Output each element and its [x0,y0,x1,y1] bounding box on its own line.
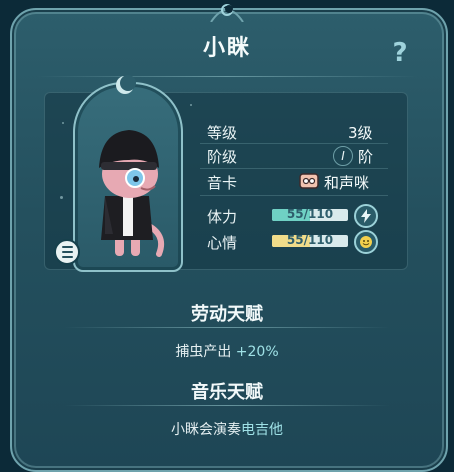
menu-line-icon [61,251,73,253]
stamina-value: 55/110 [286,209,334,221]
crescent-moon-icon [116,75,136,94]
row-divider [200,168,388,169]
mood-bar: 55/110 [272,235,348,247]
sparkle-icon [190,104,192,106]
menu-line-icon [61,246,73,248]
card-value: 和声咪 [324,174,370,192]
help-button[interactable]: ? [388,38,412,68]
card-label: 音卡 [207,174,238,192]
row-divider [200,143,388,144]
music-talent-desc: 小眯会演奏 [171,422,241,438]
sparkle-icon [60,196,63,199]
level-label: 等级 [207,124,238,142]
music-talent-title: 音乐天赋 [191,382,263,403]
music-cassette-icon [299,173,319,189]
crescent-ornament-icon [210,4,244,22]
lightning-icon[interactable] [354,204,378,228]
mood-value: 55/110 [286,235,334,247]
stage-badge-icon: I [333,146,353,166]
sparkle-icon [62,122,64,124]
stage-value: 阶 [358,148,374,166]
stamina-bar: 55/110 [272,209,348,221]
music-talent-text: 小眯会演奏电吉他 [0,419,454,439]
cat-character-image [99,130,165,257]
music-talent-instrument: 电吉他 [241,422,283,438]
stamina-label: 体力 [207,208,238,226]
menu-button[interactable] [54,239,80,265]
labor-talent-title: 劳动天赋 [191,304,263,325]
section-divider [64,405,390,406]
row-divider [200,195,388,196]
labor-talent-text: 捕虫产出 +20% [0,341,454,361]
labor-talent-desc: 捕虫产出 [175,344,236,360]
page-title: 小眯 [202,36,251,61]
character-card [73,82,183,272]
title-divider [36,76,418,77]
smiley-icon[interactable] [354,230,378,254]
stage-label: 阶级 [207,148,238,166]
menu-line-icon [61,256,73,258]
stage-numeral: I [341,149,345,163]
section-divider [64,327,390,328]
labor-talent-value: +20% [235,344,279,360]
mood-label: 心情 [207,234,238,252]
level-value: 3级 [348,124,373,142]
